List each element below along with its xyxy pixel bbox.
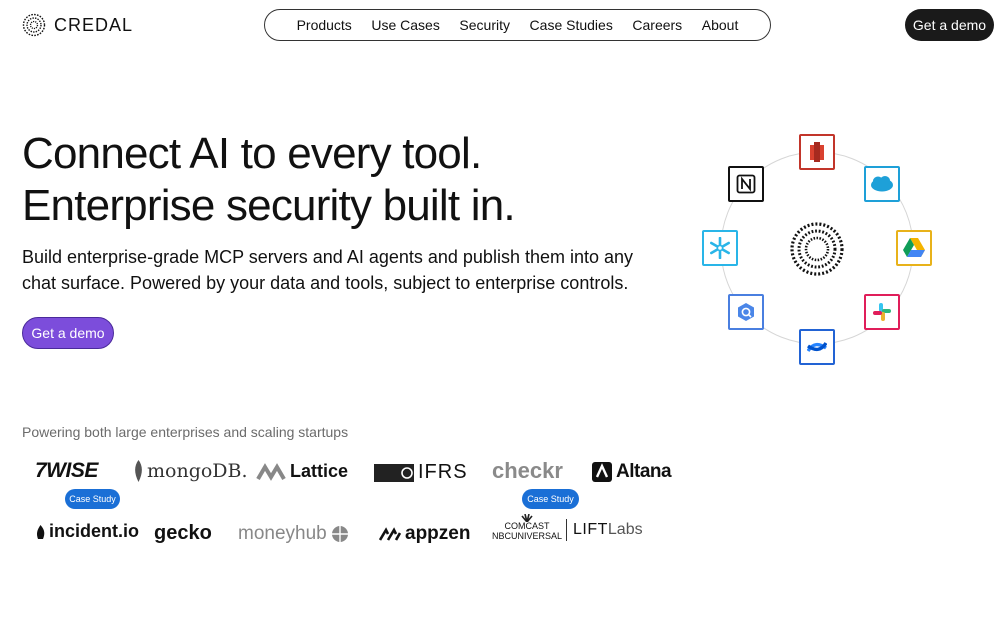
moneyhub-mark-icon (331, 526, 348, 542)
nav-about[interactable]: About (702, 17, 739, 33)
confluence-icon (799, 329, 835, 365)
checkr-case-study-badge[interactable]: Case Study (522, 489, 579, 509)
nav-use-cases[interactable]: Use Cases (371, 17, 439, 33)
altana-mark-icon (592, 462, 612, 482)
aws-icon (799, 134, 835, 170)
lattice-wordmark: Lattice (290, 461, 349, 481)
logo-gecko[interactable]: gecko (154, 522, 212, 545)
logo-lift-labs[interactable]: LIFT Labs (566, 519, 643, 541)
logo-incident-io[interactable]: incident.io (36, 521, 139, 542)
headline-line-1: Connect AI to every tool. (22, 129, 482, 178)
wise-wordmark: 7WISE (35, 459, 98, 482)
nav-careers[interactable]: Careers (632, 17, 682, 33)
slack-icon (864, 294, 900, 330)
moneyhub-wordmark: moneyhub (238, 523, 327, 544)
ifrs-wordmark: IFRS (418, 461, 468, 483)
incident-flame-icon (36, 524, 45, 539)
main-nav: Products Use Cases Security Case Studies… (264, 9, 771, 41)
logo-lattice[interactable]: Lattice (256, 461, 348, 482)
nav-products[interactable]: Products (297, 17, 352, 33)
logo-moneyhub[interactable]: moneyhub (238, 523, 349, 545)
altana-wordmark: Altana (616, 461, 672, 482)
logo-ifrs[interactable]: IFRS (374, 461, 468, 484)
lift-divider (566, 519, 567, 541)
nav-case-studies[interactable]: Case Studies (530, 17, 613, 33)
customers-heading: Powering both large enterprises and scal… (22, 424, 349, 440)
subhead-line-1: Build enterprise-grade MCP servers and A… (22, 247, 634, 267)
logo-altana[interactable]: Altana (592, 461, 672, 483)
checkr-wordmark: checkr (492, 458, 563, 483)
hero-headline: Connect AI to every tool. Enterprise sec… (22, 128, 516, 232)
wise-case-study-badge[interactable]: Case Study (65, 489, 120, 509)
hero-get-demo-button[interactable]: Get a demo (22, 317, 114, 349)
lattice-mark-icon (256, 462, 286, 481)
snowflake-icon (702, 230, 738, 266)
nav-security[interactable]: Security (459, 17, 510, 33)
bigquery-icon (728, 294, 764, 330)
integrations-diagram (690, 125, 950, 375)
lift-wordmark: LIFT (573, 521, 608, 538)
nbcuniversal-wordmark: NBCUNIVERSAL (492, 531, 563, 541)
labs-wordmark: Labs (607, 521, 643, 538)
credal-hub-icon (790, 222, 844, 276)
ifrs-mark-icon (374, 463, 414, 482)
logo-wise[interactable]: 7WISE (35, 459, 98, 483)
google-drive-icon (896, 230, 932, 266)
appzen-wordmark: appzen (405, 523, 471, 544)
logo-checkr[interactable]: checkr (492, 458, 563, 484)
header-get-demo-button[interactable]: Get a demo (905, 9, 994, 41)
comcast-wordmark: COMCAST (504, 521, 550, 531)
mongodb-wordmark: mongoDB. (147, 460, 248, 482)
notion-icon (728, 166, 764, 202)
mongodb-leaf-icon (135, 460, 142, 482)
credal-logo[interactable]: CREDAL (22, 13, 133, 37)
hero-subhead: Build enterprise-grade MCP servers and A… (22, 244, 662, 296)
incident-wordmark: incident.io (49, 521, 139, 541)
logo-appzen[interactable]: appzen (379, 523, 470, 545)
gecko-wordmark: gecko (154, 522, 212, 544)
logo-mongodb[interactable]: mongoDB. (134, 460, 248, 482)
credal-logo-icon (22, 13, 46, 37)
subhead-line-2: chat surface. Powered by your data and t… (22, 273, 629, 293)
logo-comcast-nbcuniversal[interactable]: COMCAST NBCUNIVERSAL (492, 514, 562, 541)
headline-line-2: Enterprise security built in. (22, 181, 516, 230)
logo-text: CREDAL (54, 14, 134, 35)
appzen-mark-icon (379, 527, 401, 541)
salesforce-icon (864, 166, 900, 202)
